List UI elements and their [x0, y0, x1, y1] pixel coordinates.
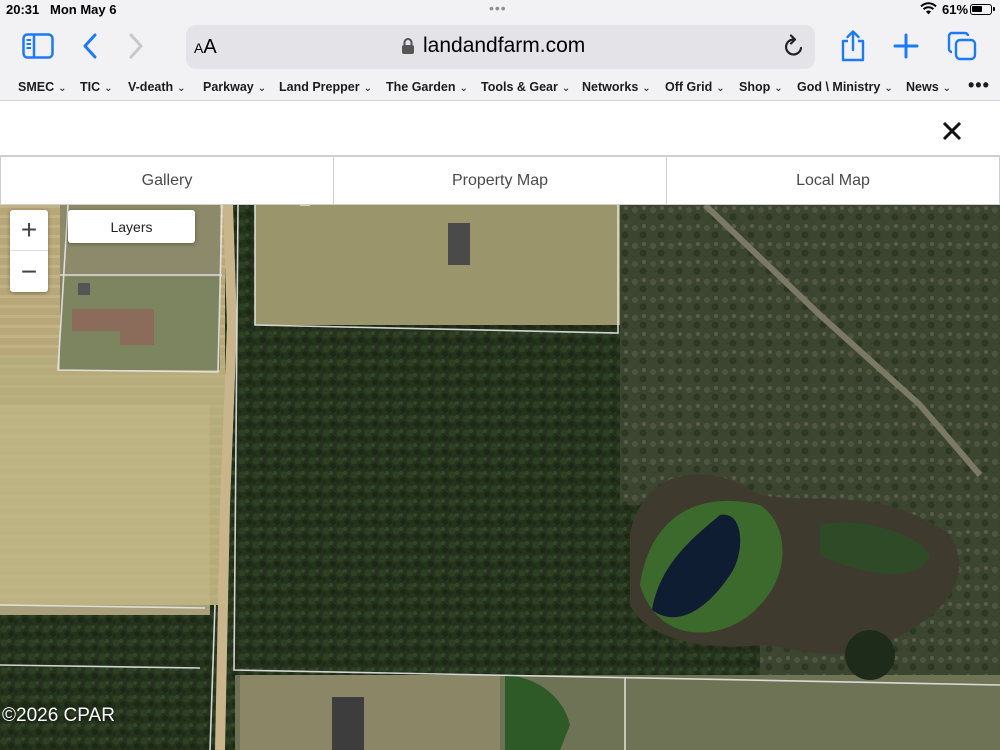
tab-local-map[interactable]: Local Map [666, 156, 1000, 205]
bookmark-item[interactable]: TIC ⌄ [80, 80, 113, 94]
bookmark-item[interactable]: The Garden ⌄ [386, 80, 468, 94]
satellite-imagery [0, 205, 1000, 750]
share-icon[interactable] [835, 28, 871, 64]
bookmark-item[interactable]: Shop ⌄ [739, 80, 783, 94]
bookmark-item[interactable]: V-death ⌄ [128, 80, 186, 94]
multitasking-dots-icon[interactable]: ••• [489, 0, 507, 16]
reload-icon[interactable] [783, 34, 805, 58]
chevron-down-icon: ⌄ [104, 83, 113, 94]
chevron-down-icon: ⌄ [716, 83, 725, 94]
bookmark-item[interactable]: God \ Ministry ⌄ [797, 80, 893, 94]
plus-icon[interactable] [888, 28, 924, 64]
url-text: landandfarm.com [423, 34, 586, 57]
map-copyright: ©2026 CPAR [2, 705, 115, 726]
close-icon[interactable] [940, 119, 964, 143]
chevron-down-icon: ⌄ [884, 83, 893, 94]
status-bar: 20:31 Mon May 6 ••• 61% [0, 0, 1000, 20]
back-icon[interactable] [72, 28, 108, 64]
chevron-down-icon: ⌄ [177, 83, 186, 94]
view-tabs: Gallery Property Map Local Map [0, 156, 1000, 205]
chevron-down-icon: ⌄ [363, 83, 372, 94]
sidebar-icon[interactable] [20, 28, 56, 64]
bookmark-item[interactable]: Tools & Gear ⌄ [481, 80, 570, 94]
zoom-in-button[interactable]: + [10, 210, 48, 251]
address-bar[interactable]: AA landandfarm.com [186, 25, 815, 69]
status-date: Mon May 6 [50, 2, 117, 17]
lock-icon [402, 38, 414, 54]
bookmark-item[interactable]: Parkway ⌄ [203, 80, 266, 94]
bookmark-item[interactable]: News ⌄ [906, 80, 951, 94]
chevron-down-icon: ⌄ [459, 83, 468, 94]
status-time: 20:31 [6, 2, 40, 17]
bookmark-item[interactable]: Networks ⌄ [582, 80, 651, 94]
zoom-out-button[interactable]: − [10, 251, 48, 292]
chevron-down-icon: ⌄ [942, 83, 952, 94]
bookmark-item[interactable]: Land Prepper ⌄ [279, 80, 372, 94]
modal-header [0, 101, 1000, 156]
chevron-down-icon: ⌄ [642, 83, 651, 94]
forward-icon[interactable] [118, 28, 154, 64]
tab-gallery[interactable]: Gallery [0, 156, 334, 205]
chevron-down-icon: ⌄ [774, 83, 783, 94]
tabs-icon[interactable] [944, 28, 980, 64]
bookmark-item[interactable]: SMEC ⌄ [18, 80, 67, 94]
layers-button[interactable]: Layers [68, 210, 195, 243]
tab-property-map[interactable]: Property Map [333, 156, 667, 205]
battery-icon [970, 4, 995, 15]
chevron-down-icon: ⌄ [257, 83, 267, 94]
more-icon[interactable]: ••• [968, 75, 990, 96]
bookmark-item[interactable]: Off Grid ⌄ [665, 80, 725, 94]
chevron-down-icon: ⌄ [561, 83, 571, 94]
satellite-map[interactable]: + − Layers ©2026 CPAR [0, 205, 1000, 750]
wifi-icon [920, 2, 937, 15]
battery-percent: 61% [942, 2, 969, 17]
favorites-bar: SMEC ⌄ TIC ⌄ V-death ⌄ Parkway ⌄ Land Preppe… [0, 75, 1000, 101]
zoom-control: + − [10, 210, 48, 292]
text-size-button[interactable]: AA [194, 36, 217, 59]
chevron-down-icon: ⌄ [58, 83, 67, 94]
browser-toolbar: AA landandfarm.com [0, 20, 1000, 75]
